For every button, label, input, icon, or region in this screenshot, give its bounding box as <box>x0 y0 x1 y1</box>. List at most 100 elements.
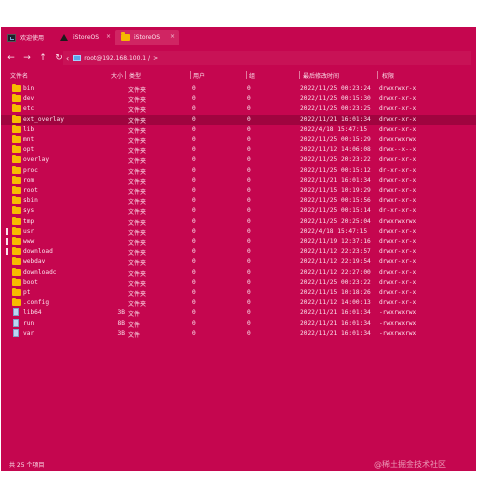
table-row[interactable]: bin 文件夹 0 0 2022/11/25 00:23:24 drwxrwxr-x <box>1 84 476 94</box>
cell-mtime: 2022/11/21 16:01:34 <box>300 176 371 184</box>
table-row[interactable]: root 文件夹 0 0 2022/11/15 10:19:29 drwxr-xr-x <box>1 186 476 196</box>
cell-group: 0 <box>247 187 251 194</box>
table-row[interactable]: lib64 3B 文件 0 0 2022/11/21 16:01:34 -rwxrwxrwx <box>1 308 476 318</box>
cell-mtime: 2022/11/25 00:23:24 <box>300 85 371 92</box>
cell-type: 文件夹 <box>128 260 147 268</box>
cell-name: sys <box>23 207 35 215</box>
cell-type: 文件夹 <box>128 291 147 298</box>
cell-name: ext_overlay <box>23 115 64 123</box>
cell-name: var <box>23 329 35 337</box>
cell-user: 0 <box>192 319 196 327</box>
folder-icon <box>12 124 21 133</box>
header-group[interactable]: 组 <box>249 71 255 80</box>
table-row[interactable]: usr 文件夹 0 0 2022/4/18 15:47:15 drwxr-xr-x <box>1 226 476 237</box>
cell-mtime: 2022/11/12 14:00:13 <box>300 299 371 307</box>
table-row[interactable]: pt 文件夹 0 0 2022/11/15 10:18:26 drwxr-xr-x <box>1 288 476 298</box>
cell-group: 0 <box>247 136 251 143</box>
header-size[interactable]: 大小 <box>111 71 123 80</box>
table-row[interactable]: .config 文件夹 0 0 2022/11/12 14:00:13 drwxr-xr-… <box>1 298 476 308</box>
folder-icon <box>12 298 21 307</box>
cell-name: usr <box>23 227 35 235</box>
up-arrow-icon[interactable]: ↑ <box>37 52 49 64</box>
chevron-left-icon[interactable]: ‹ <box>66 54 69 63</box>
cell-mtime: 2022/4/18 15:47:15 <box>300 227 368 235</box>
cell-perm: drwxr-xr-x <box>379 268 417 276</box>
table-row[interactable]: downloadc 文件夹 0 0 2022/11/12 22:27:00 drwxr-x… <box>1 267 476 278</box>
cell-perm: drwxr-xr-x <box>379 187 417 194</box>
cell-user: 0 <box>192 136 196 143</box>
table-row[interactable]: dev 文件夹 0 0 2022/11/25 00:15:30 drwxr-xr-x <box>1 94 476 104</box>
cell-mtime: 2022/11/25 00:23:22 <box>300 278 371 286</box>
cell-user: 0 <box>192 227 196 235</box>
table-row[interactable]: mnt 文件夹 0 0 2022/11/25 00:15:29 drwxrwxrwx <box>1 135 476 145</box>
cell-perm: drwxr-xr-x <box>379 299 417 307</box>
header-mtime[interactable]: 最后修改时间 <box>303 71 339 80</box>
folder-icon <box>12 175 21 184</box>
cell-group: 0 <box>247 166 251 174</box>
table-row[interactable]: ext_overlay 文件夹 0 0 2022/11/21 16:01:34 drwxr… <box>1 114 476 125</box>
cell-user: 0 <box>192 289 196 296</box>
path-bar[interactable]: ‹ root@192.168.100.1 / > <box>63 51 471 65</box>
file-icon <box>13 328 19 337</box>
table-row[interactable]: rom 文件夹 0 0 2022/11/21 16:01:34 drwxr-xr-x <box>1 175 476 186</box>
forward-arrow-icon[interactable]: → <box>21 52 33 64</box>
header-name[interactable]: 文件名 <box>10 71 28 80</box>
column-divider[interactable] <box>299 71 300 79</box>
close-icon[interactable]: × <box>170 33 175 40</box>
cell-perm: drwxrwxrwx <box>379 217 417 225</box>
cell-name: pt <box>23 289 31 296</box>
tab-welcome[interactable]: 欢迎使用 <box>1 30 53 45</box>
cell-group: 0 <box>247 156 251 164</box>
folder-icon <box>12 196 21 205</box>
tab-istoreos-files[interactable]: iStoreOS × <box>115 30 179 45</box>
cell-perm: drwxr-xr-x <box>379 289 417 296</box>
path-text: root@192.168.100.1 / <box>84 54 151 62</box>
cell-type: 文件夹 <box>128 148 147 156</box>
folder-icon <box>12 257 21 266</box>
cell-mtime: 2022/11/15 10:19:29 <box>300 187 371 194</box>
column-divider[interactable] <box>190 71 191 79</box>
table-row[interactable]: lib 文件夹 0 0 2022/4/18 15:47:15 drwxr-xr-x <box>1 124 476 135</box>
cell-mtime: 2022/11/25 00:15:56 <box>300 197 371 205</box>
cell-group: 0 <box>247 207 251 215</box>
cell-name: www <box>23 238 35 245</box>
header-perm[interactable]: 权限 <box>382 71 394 80</box>
close-icon[interactable]: × <box>106 33 111 40</box>
column-divider[interactable] <box>125 71 126 79</box>
folder-icon <box>12 206 21 215</box>
cell-user: 0 <box>192 258 196 266</box>
table-row[interactable]: etc 文件夹 0 0 2022/11/25 00:23:25 drwxr-xr-x <box>1 104 476 114</box>
table-row[interactable]: webdav 文件夹 0 0 2022/11/12 22:19:54 drwxr-xr-x <box>1 257 476 267</box>
table-row[interactable]: proc 文件夹 0 0 2022/11/25 00:15:12 dr-xr-xr-x <box>1 165 476 176</box>
file-icon <box>13 308 19 317</box>
table-row[interactable]: boot 文件夹 0 0 2022/11/25 00:23:22 drwxr-xr-x <box>1 277 476 288</box>
cell-perm: dr-xr-xr-x <box>379 166 417 174</box>
column-divider[interactable] <box>246 71 247 79</box>
table-row[interactable]: tmp 文件夹 0 0 2022/11/25 20:25:04 drwxrwxrwx <box>1 216 476 227</box>
table-row[interactable]: overlay 文件夹 0 0 2022/11/25 20:23:22 drwxr-xr-… <box>1 155 476 165</box>
back-arrow-icon[interactable]: ← <box>5 52 17 64</box>
cell-user: 0 <box>192 176 196 184</box>
tab-bar: 欢迎使用 iStoreOS × iStoreOS × <box>1 27 476 48</box>
table-row[interactable]: run 8B 文件 0 0 2022/11/21 16:01:34 -rwxrwxrwx <box>1 318 476 329</box>
column-header: 文件名 大小 类型 用户 组 最后修改时间 权限 <box>1 68 476 81</box>
table-row[interactable]: opt 文件夹 0 0 2022/11/12 14:06:08 drwx--x--x <box>1 145 476 155</box>
scrollbar[interactable] <box>471 84 475 456</box>
header-type[interactable]: 类型 <box>129 71 141 80</box>
tab-istoreos-terminal[interactable]: iStoreOS × <box>53 30 115 45</box>
folder-icon <box>121 32 130 41</box>
column-divider[interactable] <box>377 71 378 79</box>
cell-perm: drwxrwxrwx <box>379 136 417 143</box>
cell-name: root <box>23 187 38 194</box>
table-row[interactable]: var 3B 文件 0 0 2022/11/21 16:01:34 -rwxrwxrwx <box>1 328 476 339</box>
cell-name: rom <box>23 176 35 184</box>
cell-name: proc <box>23 166 38 174</box>
header-user[interactable]: 用户 <box>193 71 205 80</box>
table-row[interactable]: sbin 文件夹 0 0 2022/11/25 00:15:56 drwxr-xr-x <box>1 196 476 206</box>
table-row[interactable]: www 文件夹 0 0 2022/11/19 12:37:16 drwxr-xr-x <box>1 237 476 247</box>
cell-name: overlay <box>23 156 50 164</box>
table-row[interactable]: download 文件夹 0 0 2022/11/12 22:23:57 drwxr-xr… <box>1 247 476 257</box>
cell-perm: drwxr-xr-x <box>379 227 417 235</box>
cell-mtime: 2022/11/25 20:23:22 <box>300 156 371 164</box>
table-row[interactable]: sys 文件夹 0 0 2022/11/25 00:15:14 dr-xr-xr-x <box>1 206 476 216</box>
